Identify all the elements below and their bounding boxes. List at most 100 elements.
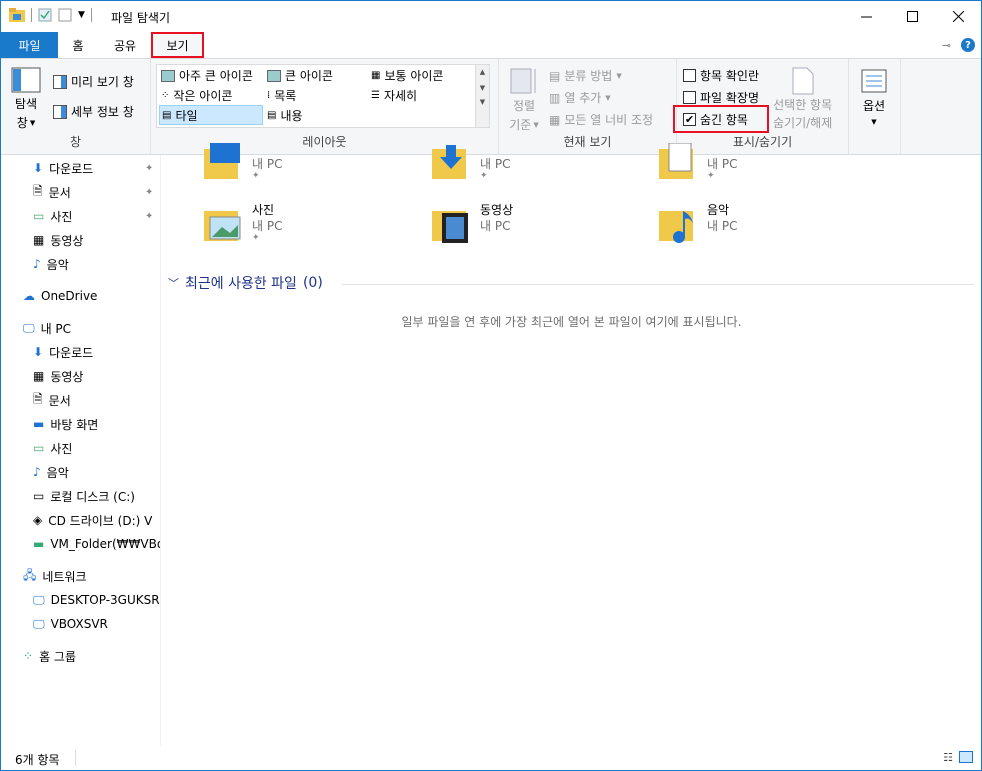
properties-icon[interactable] <box>38 8 52 22</box>
layout-medium-icons[interactable]: ▦ 보통 아이콘 <box>371 67 443 84</box>
tile-downloads-partial[interactable]: 내 PC ✦ <box>432 139 642 189</box>
nav-item-label: 문서 <box>48 185 71 200</box>
nav-vm-folder[interactable]: ▬ VM_Folder(₩₩VBo: <box>33 533 161 555</box>
tab-file[interactable]: 파일 <box>1 32 58 58</box>
chevron-down-icon[interactable]: ▼ <box>476 84 489 92</box>
tile-documents-partial[interactable]: 내 PC ✦ <box>659 139 869 189</box>
nav-pc-videos[interactable]: ▦ 동영상 <box>33 365 83 387</box>
preview-pane-button[interactable]: 미리 보기 창 <box>53 73 134 90</box>
nav-quick-downloads[interactable]: ⬇ 다운로드 <box>33 157 93 179</box>
nav-item-label: 음악 <box>46 257 69 272</box>
file-extensions-toggle[interactable]: 파일 확장명 <box>683 89 759 106</box>
layout-extra-large-icons[interactable]: 아주 큰 아이콘 <box>161 67 253 84</box>
item-checkboxes-checkbox[interactable] <box>683 69 696 82</box>
nav-item-label: 문서 <box>48 393 71 408</box>
nav-onedrive[interactable]: ☁ OneDrive <box>23 285 97 307</box>
layout-large-icons[interactable]: 큰 아이콘 <box>267 67 333 84</box>
video-icon: ▦ <box>33 233 45 247</box>
nav-item-label: CD 드라이브 (D:) V <box>48 513 153 528</box>
nav-this-pc[interactable]: 🖵 내 PC <box>23 317 71 339</box>
group-by-button[interactable]: ▤ 분류 방법 ▼ <box>549 67 622 84</box>
hide-selected-items-button[interactable]: 선택한 항목 숨기기/해제 <box>773 67 832 131</box>
tile-location: 내 PC <box>707 157 738 171</box>
pin-icon: ✦ <box>145 211 154 222</box>
computer-icon: 🖵 <box>23 320 35 335</box>
nav-pc-pictures[interactable]: ▭ 사진 <box>33 437 72 459</box>
nav-quick-documents[interactable]: 🗎 문서 <box>33 181 71 203</box>
details-view-icon[interactable]: ☷ <box>943 751 953 764</box>
new-folder-icon[interactable] <box>58 8 72 22</box>
tile-videos[interactable]: 동영상 내 PC <box>432 201 642 251</box>
tab-home[interactable]: 홈 <box>58 32 98 58</box>
chevron-down-icon[interactable]: ﹀ <box>168 275 179 291</box>
nav-pc-downloads[interactable]: ⬇ 다운로드 <box>33 341 93 363</box>
computer-icon: 🖵 <box>33 592 45 607</box>
nav-quick-videos[interactable]: ▦ 동영상 <box>33 229 83 251</box>
tile-music[interactable]: 음악 내 PC <box>659 201 869 251</box>
large-icons-icon <box>267 69 281 82</box>
desktop-folder-icon <box>204 143 240 179</box>
nav-pc-music[interactable]: ♪ 음악 <box>33 461 69 483</box>
nav-local-disk-c[interactable]: ▭ 로컬 디스크 (C:) <box>33 485 135 507</box>
nav-item-label: VM_Folder(₩₩VBo: <box>50 537 161 551</box>
nav-pc-desktop[interactable]: ▬ 바탕 화면 <box>33 413 98 435</box>
item-checkboxes-toggle[interactable]: 항목 확인란 <box>683 67 759 84</box>
add-columns-button[interactable]: ▥ 열 추가 ▼ <box>549 89 611 106</box>
download-icon: ⬇ <box>33 161 44 175</box>
nav-item-label: DESKTOP-3GUKSRS <box>50 593 161 607</box>
chevron-down-icon: ▼ <box>616 71 622 80</box>
window-title: 파일 탐색기 <box>111 11 171 25</box>
sort-by-button[interactable]: 정렬 기준 ▼ <box>509 67 539 133</box>
tab-view[interactable]: 보기 <box>151 32 204 58</box>
status-divider <box>75 750 76 766</box>
size-all-columns-button[interactable]: ▦ 모든 열 너비 조정 <box>549 111 653 128</box>
nav-network[interactable]: 🖧 네트워크 <box>23 565 87 587</box>
nav-pc-documents[interactable]: 🗎 문서 <box>33 389 71 411</box>
layout-details[interactable]: ☰ 자세히 <box>371 87 417 104</box>
navigation-pane-button[interactable]: 탐색 창 ▼ <box>11 67 41 131</box>
tab-share[interactable]: 공유 <box>101 32 149 58</box>
navigation-pane: ⬇ 다운로드 ✦ 🗎 문서 ✦ ▭ 사진 ✦ ▦ 동영상 ♪ 음악 ☁ OneDrive 🖵… <box>1 155 161 746</box>
layout-list-label: 목록 <box>274 89 297 103</box>
large-icons-view-icon[interactable] <box>959 751 973 763</box>
file-extensions-label: 파일 확장명 <box>700 91 760 105</box>
pictures-folder-icon <box>204 211 241 241</box>
tile-name: 동영상 <box>480 203 514 217</box>
nav-network-desktop[interactable]: 🖵 DESKTOP-3GUKSRS <box>33 589 161 611</box>
recent-files-header[interactable]: ﹀ 최근에 사용한 파일 (0) <box>168 273 323 293</box>
nav-item-label: 바탕 화면 <box>50 417 99 432</box>
nav-homegroup[interactable]: ⁘ 홈 그룹 <box>23 645 76 667</box>
close-button[interactable] <box>935 1 981 32</box>
layout-gallery-scroll[interactable]: ▲ ▼ ▼ <box>475 65 489 127</box>
pin-ribbon-icon[interactable]: ⊸ <box>942 39 951 52</box>
maximize-button[interactable] <box>889 1 935 32</box>
chevron-down-icon[interactable]: ▼ <box>78 10 85 20</box>
preview-pane-label: 미리 보기 창 <box>71 75 134 89</box>
content-pane: 내 PC ✦ 내 PC ✦ 내 PC ✦ 사진 내 PC ✦ 동영상 내 PC … <box>162 143 981 746</box>
layout-small-icons[interactable]: ⁘ 작은 아이콘 <box>161 87 232 104</box>
file-extensions-checkbox[interactable] <box>683 91 696 104</box>
layout-list[interactable]: ⁞ 목록 <box>267 87 296 104</box>
help-icon[interactable]: ? <box>961 38 975 52</box>
nav-network-vboxsvr[interactable]: 🖵 VBOXSVR <box>33 613 108 635</box>
minimize-button[interactable] <box>843 1 889 32</box>
nav-quick-pictures[interactable]: ▭ 사진 <box>33 205 72 227</box>
layout-extra-large-icons-label: 아주 큰 아이콘 <box>179 69 253 83</box>
tile-desktop-partial[interactable]: 내 PC ✦ <box>204 139 414 189</box>
options-button[interactable]: 옵션 ▼ <box>861 69 887 126</box>
layout-content[interactable]: ▤ 내용 <box>267 107 303 124</box>
file-explorer-window: ▼ 파일 탐색기 파일 홈 공유 보기 ⊸ ? 탐색 창 ▼ 미리 보기 창 세… <box>0 0 982 771</box>
close-icon <box>952 11 964 22</box>
tile-pictures[interactable]: 사진 내 PC ✦ <box>204 201 414 251</box>
status-bar: 6개 항목 ☷ <box>1 746 981 770</box>
details-pane-button[interactable]: 세부 정보 창 <box>53 103 134 120</box>
sort-by-label-2: 기준 <box>509 118 532 132</box>
nav-quick-music[interactable]: ♪ 음악 <box>33 253 69 275</box>
layout-tiles[interactable]: ▤ 타일 <box>159 105 263 125</box>
tile-location: 내 PC <box>252 157 283 171</box>
chevron-up-icon[interactable]: ▲ <box>476 68 489 76</box>
nav-cd-drive-d[interactable]: ◈ CD 드라이브 (D:) V <box>33 509 152 531</box>
medium-icons-icon: ▦ <box>371 70 381 81</box>
gallery-more-icon[interactable]: ▼ <box>476 98 489 106</box>
nav-item-label: 다운로드 <box>49 345 94 360</box>
